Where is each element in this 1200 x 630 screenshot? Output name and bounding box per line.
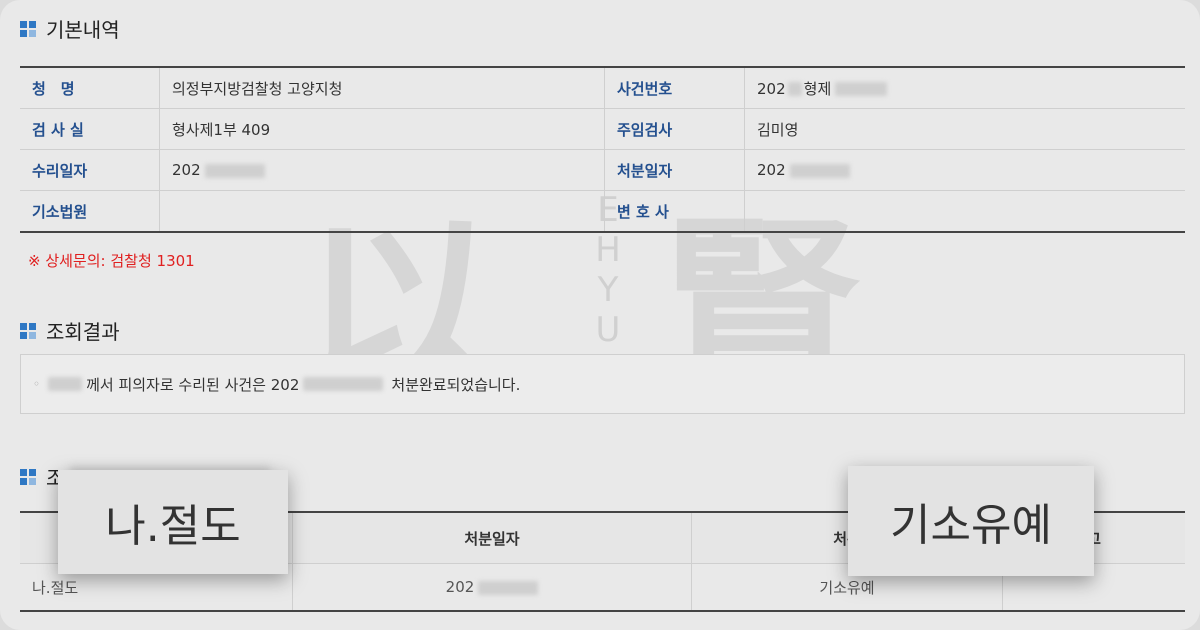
value-court: [159, 190, 605, 233]
value-prosecutor-office: 형사제1부 409: [159, 108, 605, 150]
redacted-mask: [835, 82, 888, 96]
result-text-part1: 께서 피의자로 수리된 사건은 202: [86, 375, 300, 394]
value-case-number: 202 형제: [744, 67, 1185, 109]
dispo-date-prefix: 202: [445, 578, 475, 596]
table-row: 검 사 실 형사제1부 409 주임검사 김미영: [20, 108, 1185, 150]
label-receipt-date: 수리일자: [20, 149, 160, 191]
label-prosecutor-office: 검 사 실: [20, 108, 160, 150]
label-office: 청 명: [20, 67, 160, 109]
cell-disposition-date: 202: [292, 563, 692, 611]
receipt-date-prefix: 202: [172, 161, 201, 179]
contact-note: ※ 상세문의: 검찰청 1301: [28, 252, 195, 270]
watermark-letter: Y: [597, 270, 619, 310]
watermark-letter: H: [595, 230, 621, 270]
redacted-mask: [478, 580, 539, 595]
table-row: 청 명 의정부지방검찰청 고양지청 사건번호 202 형제: [20, 67, 1185, 109]
case-number-mid: 형제: [803, 79, 832, 98]
result-box: ◦ 께서 피의자로 수리된 사건은 202 처분완료되었습니다.: [20, 354, 1185, 414]
result-text-part2: 처분완료되었습니다.: [391, 375, 521, 394]
value-receipt-date: 202: [159, 149, 605, 191]
redacted-mask: [303, 377, 384, 391]
section-title-text: 조회결과: [46, 320, 120, 344]
value-prosecutor: 김미영: [744, 108, 1185, 150]
disposition-date-prefix: 202: [757, 161, 786, 179]
section-title-text: 기본내역: [46, 18, 120, 42]
section-title-basic: 기본내역: [20, 14, 120, 43]
redacted-mask: [787, 82, 802, 96]
section-grid-icon: [20, 468, 36, 485]
section-grid-icon: [20, 20, 36, 37]
label-court: 기소법원: [20, 190, 160, 233]
redacted-mask: [204, 163, 265, 178]
redacted-mask: [48, 377, 83, 391]
callout-crime: 나.절도: [58, 470, 288, 574]
label-disposition-date: 처분일자: [604, 149, 745, 191]
redacted-mask: [789, 163, 850, 178]
table-row: 수리일자 202 처분일자 202: [20, 149, 1185, 191]
callout-disposition-text: 기소유예: [890, 500, 1052, 551]
label-prosecutor: 주임검사: [604, 108, 745, 150]
case-number-prefix: 202: [757, 79, 786, 98]
label-lawyer: 변 호 사: [604, 190, 745, 233]
section-title-result: 조회결과: [20, 316, 120, 345]
label-case-number: 사건번호: [604, 67, 745, 109]
basic-info-table: 청 명 의정부지방검찰청 고양지청 사건번호 202 형제 검 사 실 형사제1부…: [20, 66, 1185, 233]
page: 以 賢 E H Y U N 기본내역 청 명 의정부지방검찰청 고양지청 사건번…: [0, 0, 1200, 630]
section-grid-icon: [20, 322, 36, 339]
watermark-letter: U: [595, 310, 621, 350]
callout-crime-text: 나.절도: [105, 501, 241, 552]
header-disposition-date: 처분일자: [292, 512, 692, 564]
callout-disposition: 기소유예: [848, 466, 1094, 576]
value-office: 의정부지방검찰청 고양지청: [159, 67, 605, 109]
bullet-icon: ◦: [33, 377, 41, 391]
table-row: 기소법원 변 호 사: [20, 190, 1185, 233]
value-lawyer: [744, 190, 1185, 233]
value-disposition-date: 202: [744, 149, 1185, 191]
